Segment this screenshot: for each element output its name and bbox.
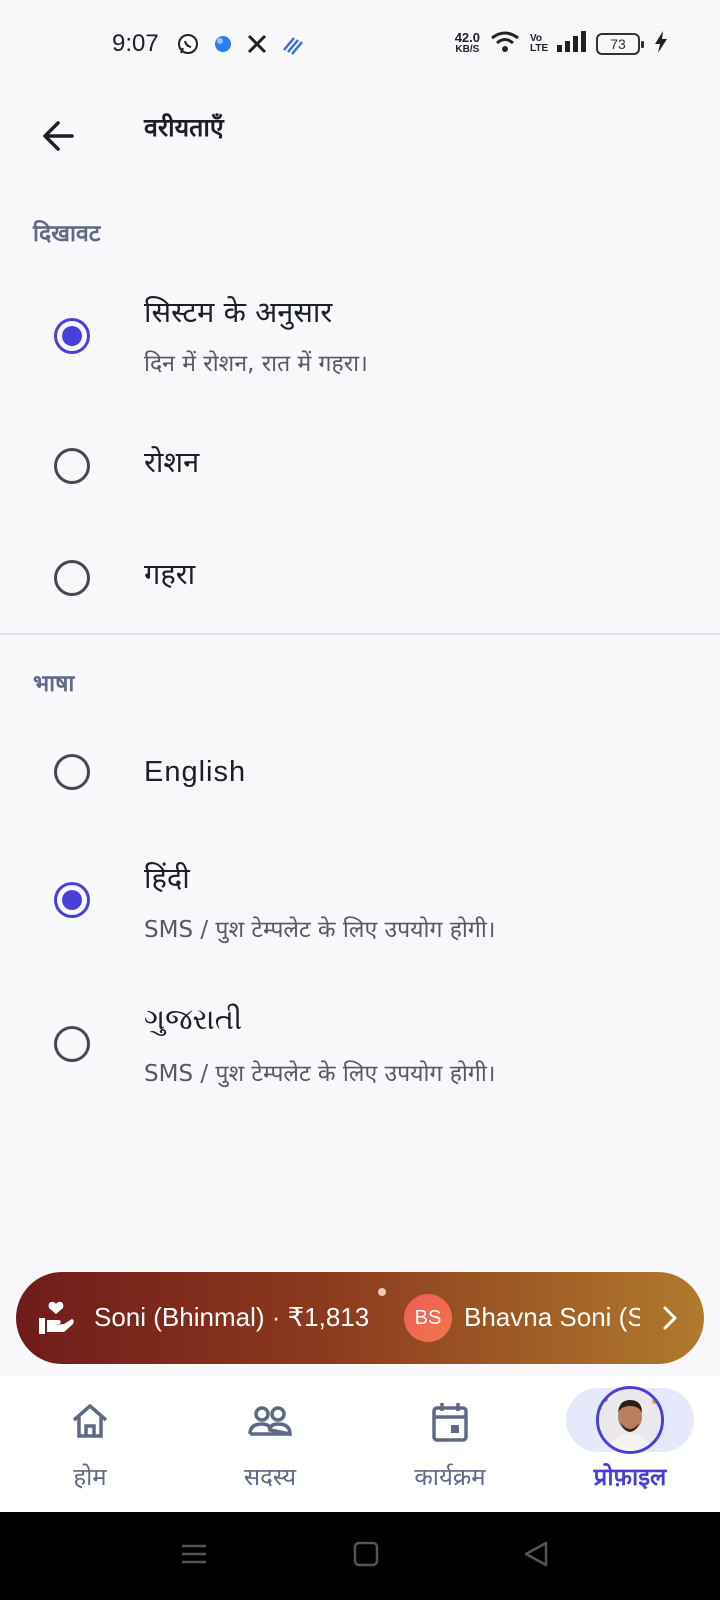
app-bar: वरीयताएँ [0,96,720,196]
donation-text: Soni (Bhinmal) · ₹1,813 [94,1302,370,1332]
option-label: ગુજરાતી [144,1002,243,1036]
theme-option-system[interactable]: सिस्टम के अनुसार दिन में रोशन, रात में ग… [0,284,720,394]
option-description: SMS / पुश टेम्पलेट के लिए उपयोग होगी। [144,1061,496,1087]
option-description: दिन में रोशन, रात में गहरा। [144,351,368,377]
x-icon [246,33,268,59]
option-description: SMS / पुश टेम्पलेट के लिए उपयोग होगी। [144,917,496,943]
theme-option-light[interactable]: रोशन [0,420,720,510]
network-speed: 42.0 KB/S [454,30,480,55]
bottom-navigation: होम सदस्य कार्यक्रम प्रोफ़ाइल [0,1376,720,1512]
radio-button[interactable] [54,560,90,596]
nav-item-members[interactable]: सदस्य [180,1376,360,1512]
option-label: सिस्टम के अनुसार [144,295,333,329]
option-label: English [144,756,247,788]
signal-app-icon [280,32,304,60]
theme-option-dark[interactable]: गहरा [0,532,720,622]
back-arrow-icon [43,121,74,151]
nav-item-home[interactable]: होम [0,1376,180,1512]
notification-icons [176,32,304,60]
radio-button[interactable] [54,448,90,484]
charging-icon [654,30,668,58]
radio-button[interactable] [54,754,90,790]
avatar [596,1386,664,1454]
radio-button-selected[interactable] [54,318,90,354]
language-option-gujarati[interactable]: ગુજરાતી SMS / पुश टेम्पलेट के लिए उपयोग … [0,996,720,1106]
nav-item-profile[interactable]: प्रोफ़ाइल [540,1376,720,1512]
option-label: गहरा [144,557,196,591]
radio-button[interactable] [54,1026,90,1062]
donation-ticker-banner[interactable]: Soni (Bhinmal) · ₹1,813 BS Bhavna Soni (… [16,1272,704,1364]
cell-signal-icon [556,31,586,57]
home-icon [69,1400,111,1446]
calendar-icon [429,1400,471,1448]
donation-hand-heart-icon [38,1300,76,1340]
option-label: रोशन [144,445,200,479]
nav-label: सदस्य [243,1463,297,1491]
member-name-text: Bhavna Soni (S [464,1302,640,1332]
system-navigation-bar [0,1512,720,1600]
wifi-icon [490,30,520,58]
back-button[interactable] [30,108,86,164]
language-option-english[interactable]: English [0,730,720,820]
whatsapp-icon [176,32,200,60]
battery-indicator: 73 [596,33,644,55]
nav-label: होम [73,1463,107,1491]
ticker-dot [378,1288,386,1296]
chevron-right-icon[interactable] [660,1304,680,1336]
section-divider [0,633,720,635]
recents-menu-icon[interactable] [180,1540,208,1572]
language-option-hindi[interactable]: हिंदी SMS / पुश टेम्पलेट के लिए उपयोग हो… [0,852,720,962]
radio-button-selected[interactable] [54,882,90,918]
nav-item-events[interactable]: कार्यक्रम [360,1376,540,1512]
home-square-icon[interactable] [352,1540,380,1572]
nav-label: प्रोफ़ाइल [593,1463,667,1491]
appearance-section-header: दिखावट [33,221,101,247]
page-title: वरीयताएँ [144,113,224,142]
volte-icon: Vo LTE [530,33,549,54]
app-notification-icon [212,33,234,59]
language-section-header: भाषा [33,671,75,697]
system-status-icons: 42.0 KB/S Vo LTE 73 [455,30,668,58]
status-bar: 9:07 42.0 KB/S Vo LTE 73 [0,0,720,96]
status-time: 9:07 [112,30,159,57]
option-label: हिंदी [144,861,190,895]
member-initials-avatar: BS [404,1294,452,1342]
members-icon [247,1400,293,1446]
nav-label: कार्यक्रम [414,1463,486,1491]
back-triangle-icon[interactable] [522,1540,550,1572]
